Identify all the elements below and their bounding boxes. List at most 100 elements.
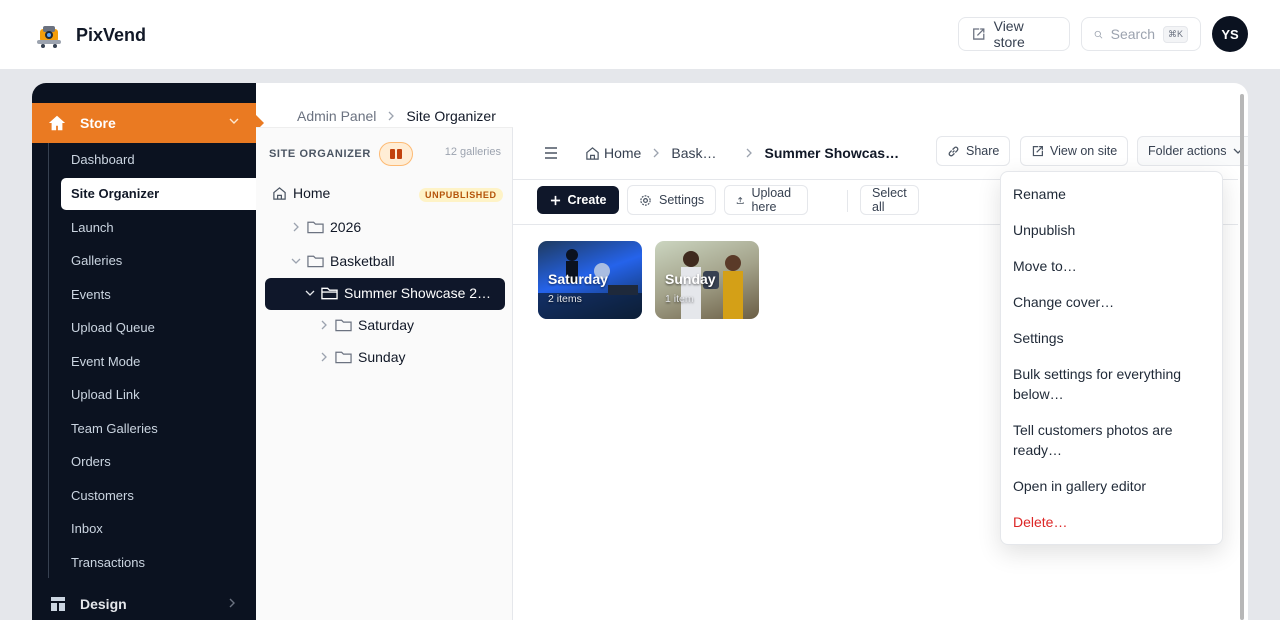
sidebar-item-galleries[interactable]: Galleries	[61, 244, 256, 278]
view-store-button[interactable]: View store	[958, 17, 1070, 51]
sidebar-item-customers[interactable]: Customers	[61, 479, 256, 513]
gear-icon	[640, 194, 651, 206]
menu-item-move-to[interactable]: Move to…	[1013, 256, 1213, 276]
external-edit-icon	[973, 27, 985, 40]
crumb-home[interactable]: Home	[604, 145, 641, 161]
chevron-right-icon	[321, 320, 327, 330]
sidebar-item-dashboard[interactable]: Dashboard	[61, 143, 256, 177]
pixvend-logo-icon	[37, 26, 61, 48]
menu-item-open-gallery-editor[interactable]: Open in gallery editor	[1013, 476, 1213, 496]
settings-label: Settings	[659, 193, 705, 207]
columns-icon	[389, 149, 402, 159]
sidebar-section-store[interactable]: Store	[32, 103, 256, 143]
gallery-tile-sunday[interactable]: Sunday 1 item	[655, 241, 759, 319]
chevron-right-icon	[653, 148, 660, 158]
chevron-down-icon	[229, 118, 239, 124]
view-store-label: View store	[993, 18, 1025, 50]
folder-icon	[307, 255, 324, 268]
menu-item-delete[interactable]: Delete…	[1013, 512, 1213, 532]
breadcrumb-admin-panel[interactable]: Admin Panel	[297, 108, 376, 124]
settings-button[interactable]: Settings	[627, 185, 717, 215]
top-bar: PixVend View store Search ⌘K YS	[0, 0, 1280, 70]
toolbar-separator	[847, 190, 848, 212]
folder-open-icon	[321, 287, 338, 300]
crumb-basketball[interactable]: Bask…	[671, 145, 716, 161]
tile-name: Saturday	[548, 271, 608, 287]
chevron-right-icon	[321, 352, 327, 362]
tree-item-summer-showcase[interactable]: Summer Showcase 2…	[305, 285, 491, 301]
gallery-tile-saturday[interactable]: Saturday 2 items	[538, 241, 642, 319]
tree-item-saturday[interactable]: Saturday	[319, 317, 414, 333]
menu-icon[interactable]	[543, 146, 559, 160]
folder-icon	[335, 351, 352, 364]
tile-count: 1 item	[665, 293, 694, 305]
sidebar-section-label: Store	[80, 115, 116, 131]
tile-count: 2 items	[548, 293, 582, 305]
plus-icon	[550, 195, 560, 205]
select-all-button[interactable]: Select all	[860, 185, 919, 215]
chevron-right-icon	[747, 148, 753, 158]
menu-item-notify-customers[interactable]: Tell customers photos are ready…	[1013, 420, 1213, 460]
tree-label-2026: 2026	[330, 219, 362, 235]
menu-item-bulk-settings[interactable]: Bulk settings for everything below…	[1013, 364, 1213, 404]
sidebar-item-orders[interactable]: Orders	[61, 445, 256, 479]
chevron-right-icon	[229, 598, 235, 608]
sidebar: Store Dashboard Site Organizer Launch Ga…	[32, 83, 256, 620]
brand[interactable]: PixVend	[34, 20, 146, 50]
link-icon	[948, 146, 959, 156]
unpublished-badge: UNPUBLISHED	[419, 188, 503, 202]
create-button[interactable]: Create	[537, 186, 619, 214]
sidebar-item-inbox[interactable]: Inbox	[61, 512, 256, 546]
app-name: PixVend	[76, 24, 147, 45]
crumb-current: Summer Showcas…	[764, 145, 900, 161]
tree-label-saturday: Saturday	[358, 317, 415, 333]
folder-actions-button[interactable]: Folder actions	[1137, 136, 1248, 166]
view-on-site-label: View on site	[1050, 144, 1118, 158]
sidebar-item-events[interactable]: Events	[61, 278, 256, 312]
sidebar-item-launch[interactable]: Launch	[61, 211, 256, 245]
breadcrumb-current: Site Organizer	[406, 108, 496, 124]
sidebar-item-event-mode[interactable]: Event Mode	[61, 345, 256, 379]
folder-actions-label: Folder actions	[1148, 144, 1227, 158]
menu-item-change-cover[interactable]: Change cover…	[1013, 292, 1213, 312]
view-on-site-button[interactable]: View on site	[1020, 136, 1129, 166]
sidebar-item-team-galleries[interactable]: Team Galleries	[61, 412, 256, 446]
page-scrollbar[interactable]	[1240, 94, 1244, 620]
tree-label-summer-showcase: Summer Showcase 2…	[344, 285, 492, 301]
tree-item-2026[interactable]: 2026	[291, 219, 361, 235]
tree-item-basketball[interactable]: Basketball	[291, 253, 395, 269]
folder-actions-menu: Rename Unpublish Move to… Change cover… …	[1000, 171, 1223, 545]
upload-icon	[736, 196, 744, 204]
folder-icon	[307, 221, 324, 234]
tree-item-home[interactable]: Home	[272, 185, 330, 201]
organizer-view-toggle[interactable]	[378, 142, 413, 166]
select-all-label: Select all	[872, 186, 907, 214]
layout-icon	[51, 597, 65, 611]
upload-here-button[interactable]: Upload here	[724, 185, 808, 215]
breadcrumb: Admin Panel Site Organizer	[297, 108, 496, 124]
sidebar-item-upload-queue[interactable]: Upload Queue	[61, 311, 256, 345]
tile-name: Sunday	[665, 271, 716, 287]
home-icon	[48, 115, 66, 131]
tree-item-sunday[interactable]: Sunday	[319, 349, 405, 365]
home-outline-icon	[586, 146, 599, 160]
sidebar-item-site-organizer[interactable]: Site Organizer	[61, 177, 256, 210]
tree-label-basketball: Basketball	[330, 253, 395, 269]
chevron-down-icon	[305, 290, 315, 296]
external-edit-icon	[1032, 145, 1043, 156]
folder-breadcrumb: Home Bask… Summer Showcas…	[543, 145, 899, 161]
menu-item-unpublish[interactable]: Unpublish	[1013, 220, 1213, 240]
create-label: Create	[567, 193, 607, 207]
menu-item-rename[interactable]: Rename	[1013, 184, 1213, 204]
sidebar-item-transactions[interactable]: Transactions	[61, 546, 256, 580]
sidebar-section-design[interactable]: Design	[32, 589, 256, 619]
organizer-title: SITE ORGANIZER	[269, 148, 371, 160]
share-label: Share	[966, 144, 1000, 158]
search-input[interactable]: Search ⌘K	[1081, 17, 1201, 51]
tree-label-sunday: Sunday	[358, 349, 406, 365]
menu-item-settings[interactable]: Settings	[1013, 328, 1213, 348]
chevron-right-icon	[388, 111, 395, 121]
sidebar-item-upload-link[interactable]: Upload Link	[61, 378, 256, 412]
avatar[interactable]: YS	[1212, 16, 1248, 52]
share-button[interactable]: Share	[936, 136, 1011, 166]
